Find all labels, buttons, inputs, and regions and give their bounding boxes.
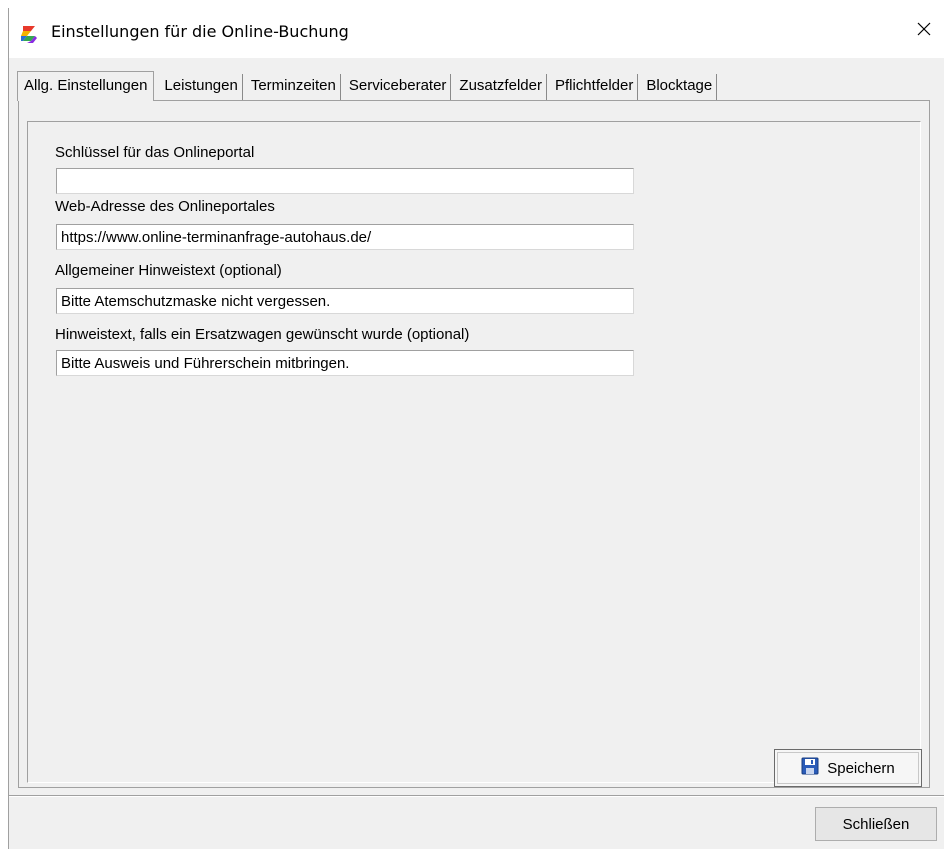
window-close-button[interactable] [904, 8, 944, 54]
close-icon [917, 22, 931, 40]
tab-zusatzfelder[interactable]: Zusatzfelder [455, 74, 547, 100]
replacement-car-hint-label: Hinweistext, falls ein Ersatzwagen gewün… [55, 326, 470, 343]
portal-url-label: Web-Adresse des Onlineportales [55, 198, 275, 215]
close-button[interactable]: Schließen [815, 807, 937, 841]
tab-blocktage[interactable]: Blocktage [642, 74, 718, 100]
tab-terminzeiten[interactable]: Terminzeiten [247, 74, 341, 100]
floppy-disk-icon [801, 757, 819, 779]
general-hint-label: Allgemeiner Hinweistext (optional) [55, 262, 282, 279]
tab-serviceberater[interactable]: Serviceberater [345, 74, 452, 100]
general-hint-input[interactable] [56, 288, 634, 314]
settings-window: Einstellungen für die Online-Buchung All… [8, 8, 944, 849]
settings-group: Schlüssel für das Onlineportal Web-Adres… [27, 121, 922, 787]
tab-strip: Allg. Einstellungen Leistungen Terminzei… [17, 70, 721, 101]
tab-panel-general: Schlüssel für das Onlineportal Web-Adres… [18, 100, 930, 788]
window-title: Einstellungen für die Online-Buchung [51, 22, 349, 41]
save-button[interactable]: Speichern [774, 749, 922, 787]
save-button-label: Speichern [827, 759, 895, 777]
app-logo-icon [19, 24, 39, 44]
replacement-car-hint-input[interactable] [56, 350, 634, 376]
portal-key-input[interactable] [56, 168, 634, 194]
title-bar[interactable]: Einstellungen für die Online-Buchung [9, 8, 944, 58]
portal-url-input[interactable] [56, 224, 634, 250]
tab-leistungen[interactable]: Leistungen [160, 74, 243, 100]
portal-key-label: Schlüssel für das Onlineportal [55, 144, 255, 161]
tab-pflichtfelder[interactable]: Pflichtfelder [551, 74, 639, 100]
footer-separator [9, 795, 944, 797]
tab-allg-einstellungen[interactable]: Allg. Einstellungen [17, 71, 155, 101]
